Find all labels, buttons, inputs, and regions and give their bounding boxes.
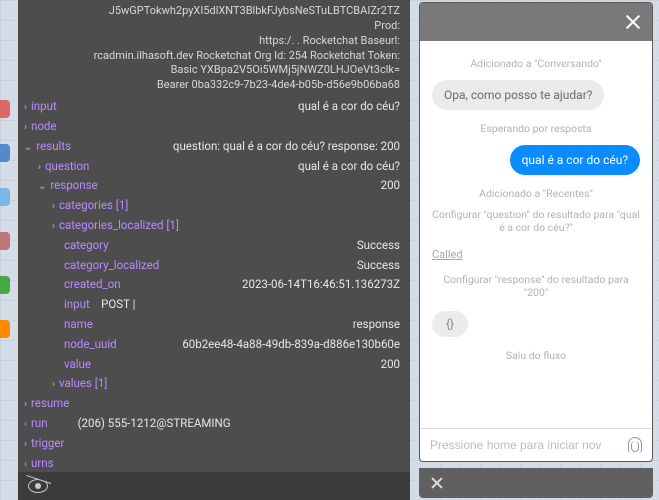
sys-msg: Adicionado a "Conversando": [432, 57, 640, 70]
tree-row-question[interactable]: ›question qual é a cor do céu?: [24, 157, 400, 177]
debug-header-text: J5wGPTokwh2pyXI5dlXNT3BlbkFJybsNeSTuLBTC…: [18, 0, 410, 95]
left-rail: [0, 100, 10, 338]
tree-row-categories-localized[interactable]: ›categories_localized [1]: [24, 216, 400, 236]
tree-row-urns[interactable]: ›urns: [24, 454, 400, 472]
tree-row-name[interactable]: name response: [24, 315, 400, 335]
debug-panel: J5wGPTokwh2pyXI5dlXNT3BlbkFJybsNeSTuLBTC…: [18, 0, 410, 472]
rail-tab[interactable]: [0, 100, 10, 118]
tree-row-response[interactable]: ⌄response 200: [24, 176, 400, 196]
tree-row-input[interactable]: ›input qual é a cor do céu?: [24, 97, 400, 117]
chat-body: Adicionado a "Conversando" Opa, como pos…: [420, 41, 652, 428]
visibility-toggle-icon[interactable]: [28, 479, 48, 493]
tree-row-categories[interactable]: ›categories [1]: [24, 196, 400, 216]
tree-row-category-localized[interactable]: category_localized Success: [24, 256, 400, 276]
rail-tab[interactable]: [0, 276, 10, 294]
tree-row-input-inner[interactable]: input POST |: [24, 295, 400, 315]
rail-tab[interactable]: [0, 144, 10, 162]
sys-msg: Esperando por resposta: [432, 122, 640, 135]
user-bubble: qual é a cor do céu?: [510, 145, 640, 175]
chat-footer-strip: [419, 468, 653, 498]
rail-tab[interactable]: [0, 188, 10, 206]
tree-row-run[interactable]: ›run (206) 555-1212@STREAMING: [24, 414, 400, 434]
tree-row-created-on[interactable]: created_on 2023-06-14T16:46:51.136273Z: [24, 275, 400, 295]
tree-row-results[interactable]: ⌄results question: qual é a cor do céu? …: [24, 137, 400, 157]
rail-tab[interactable]: [0, 232, 10, 250]
bot-bubble: Opa, como posso te ajudar?: [432, 80, 604, 110]
chat-header: [420, 3, 652, 41]
tree-row-node-uuid[interactable]: node_uuid 60b2ee48-4a88-49db-839a-d886e1…: [24, 335, 400, 355]
tree-row-resume[interactable]: ›resume: [24, 394, 400, 414]
chat-text-input[interactable]: [430, 438, 622, 452]
debug-tree: ›input qual é a cor do céu? ›node ⌄resul…: [18, 95, 410, 472]
called-link[interactable]: Called: [432, 248, 463, 261]
close-icon[interactable]: [624, 13, 642, 31]
rail-tab[interactable]: [0, 320, 10, 338]
tree-row-values[interactable]: ›values [1]: [24, 374, 400, 394]
chat-panel: Adicionado a "Conversando" Opa, como pos…: [419, 2, 653, 462]
sys-msg: Adicionado a "Recentes": [432, 187, 640, 200]
tree-row-node[interactable]: ›node: [24, 117, 400, 137]
attachment-icon[interactable]: [628, 437, 642, 453]
sys-msg: Saiu do fluxo: [432, 349, 640, 362]
close-small-icon[interactable]: [431, 477, 443, 489]
debug-footer: [18, 472, 410, 500]
tree-row-value[interactable]: value 200: [24, 355, 400, 375]
sys-msg: Configurar "question" do resultado para …: [432, 208, 640, 234]
tree-row-category[interactable]: category Success: [24, 236, 400, 256]
sys-msg: Configurar "response" do resultado para …: [432, 273, 640, 299]
chat-input-bar: [420, 428, 652, 461]
tree-row-trigger[interactable]: ›trigger: [24, 434, 400, 454]
code-bubble: {}: [432, 311, 468, 337]
